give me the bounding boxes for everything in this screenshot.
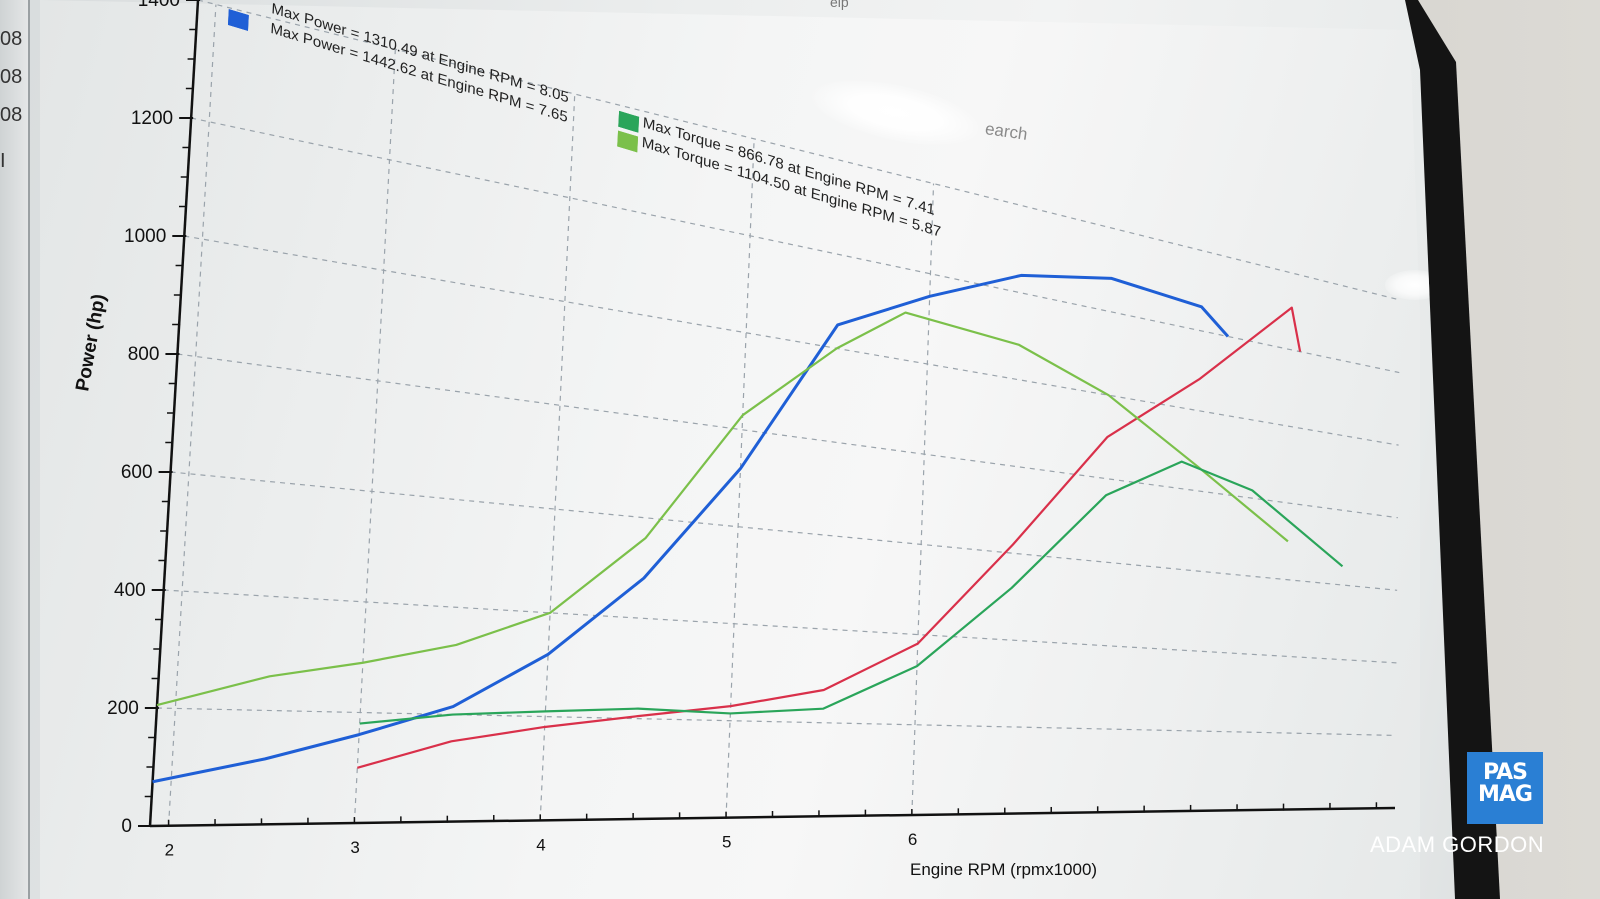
y-tick-label: 1400 [138,0,180,11]
x-tick-label: 3 [350,838,359,857]
photo-credit: ADAM GORDON [1370,832,1545,857]
x-tick-label: 5 [722,833,731,852]
y-tick-label: 800 [128,344,160,365]
legend-swatch-green [618,110,640,133]
x-axis-label: Engine RPM (rpmx1000) [910,860,1097,879]
legend-swatch-lightgreen [617,130,639,153]
series-line [357,306,1302,769]
y-axis-label: Power (hp) [72,293,110,393]
x-tick-label: 2 [165,841,174,860]
y-tick-label: 600 [121,462,153,483]
series-line [359,460,1344,725]
grid-line-h [163,589,1397,664]
y-tick-label: 1000 [124,226,166,247]
grid-line-h [170,471,1398,591]
x-tick-label: 6 [908,830,917,849]
legend-swatch-blue [227,9,249,31]
series-line [156,311,1289,707]
x-tick-label: 4 [536,835,545,854]
y-tick-label: 200 [107,698,139,719]
pasmag-logo: PAS MAG [1467,752,1543,824]
grid-line-h [177,353,1398,519]
chart-series [152,273,1344,784]
y-tick-label: 1200 [131,108,173,129]
monitor-screen: 08 08 08 I elp earch 0 200 400 600 800 1000 12… [0,0,1455,899]
x-axis-line [149,806,1396,828]
y-tick-label: 400 [114,580,146,601]
y-tick-label: 0 [121,816,132,837]
series-line [152,273,1230,784]
